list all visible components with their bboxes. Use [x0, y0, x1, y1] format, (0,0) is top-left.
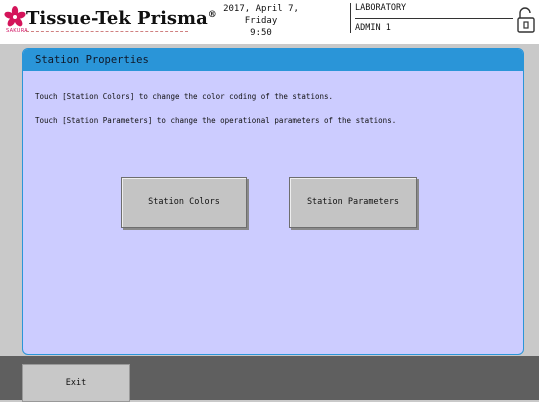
- divider: [355, 18, 513, 19]
- time-text: 9:50: [250, 28, 272, 38]
- panel-title: Station Properties: [23, 49, 523, 71]
- description-line: Touch [Station Parameters] to change the…: [35, 116, 397, 125]
- station-properties-panel: Station Properties Touch [Station Colors…: [22, 48, 524, 355]
- station-parameters-button[interactable]: Station Parameters: [289, 177, 417, 228]
- footer-bar: Exit: [0, 356, 539, 402]
- logo-subtext: SAKURA: [6, 28, 28, 34]
- lab-user-info: LABORATORY ADMIN 1: [350, 2, 514, 38]
- exit-button[interactable]: Exit: [22, 364, 130, 402]
- user-name: ADMIN 1: [355, 23, 391, 33]
- description-line: Touch [Station Colors] to change the col…: [35, 92, 334, 101]
- header-bar: Tissue-Tek Prisma® SAKURA 2017, April 7,…: [0, 0, 539, 44]
- tissue-tek-prisma-logo: Tissue-Tek Prisma® SAKURA: [4, 6, 217, 38]
- panel-description: Touch [Station Colors] to change the col…: [23, 71, 523, 141]
- station-colors-button[interactable]: Station Colors: [121, 177, 247, 228]
- date-time-display: 2017, April 7, Friday 9:50: [206, 3, 316, 39]
- divider: [350, 3, 351, 33]
- date-text: 2017, April 7, Friday: [223, 4, 299, 26]
- laboratory-name: LABORATORY: [355, 3, 407, 13]
- padlock-icon[interactable]: [516, 6, 536, 36]
- logo-underline: [26, 31, 188, 32]
- logo-wordmark: Tissue-Tek Prisma®: [26, 8, 217, 29]
- sakura-flower-icon: [4, 6, 26, 27]
